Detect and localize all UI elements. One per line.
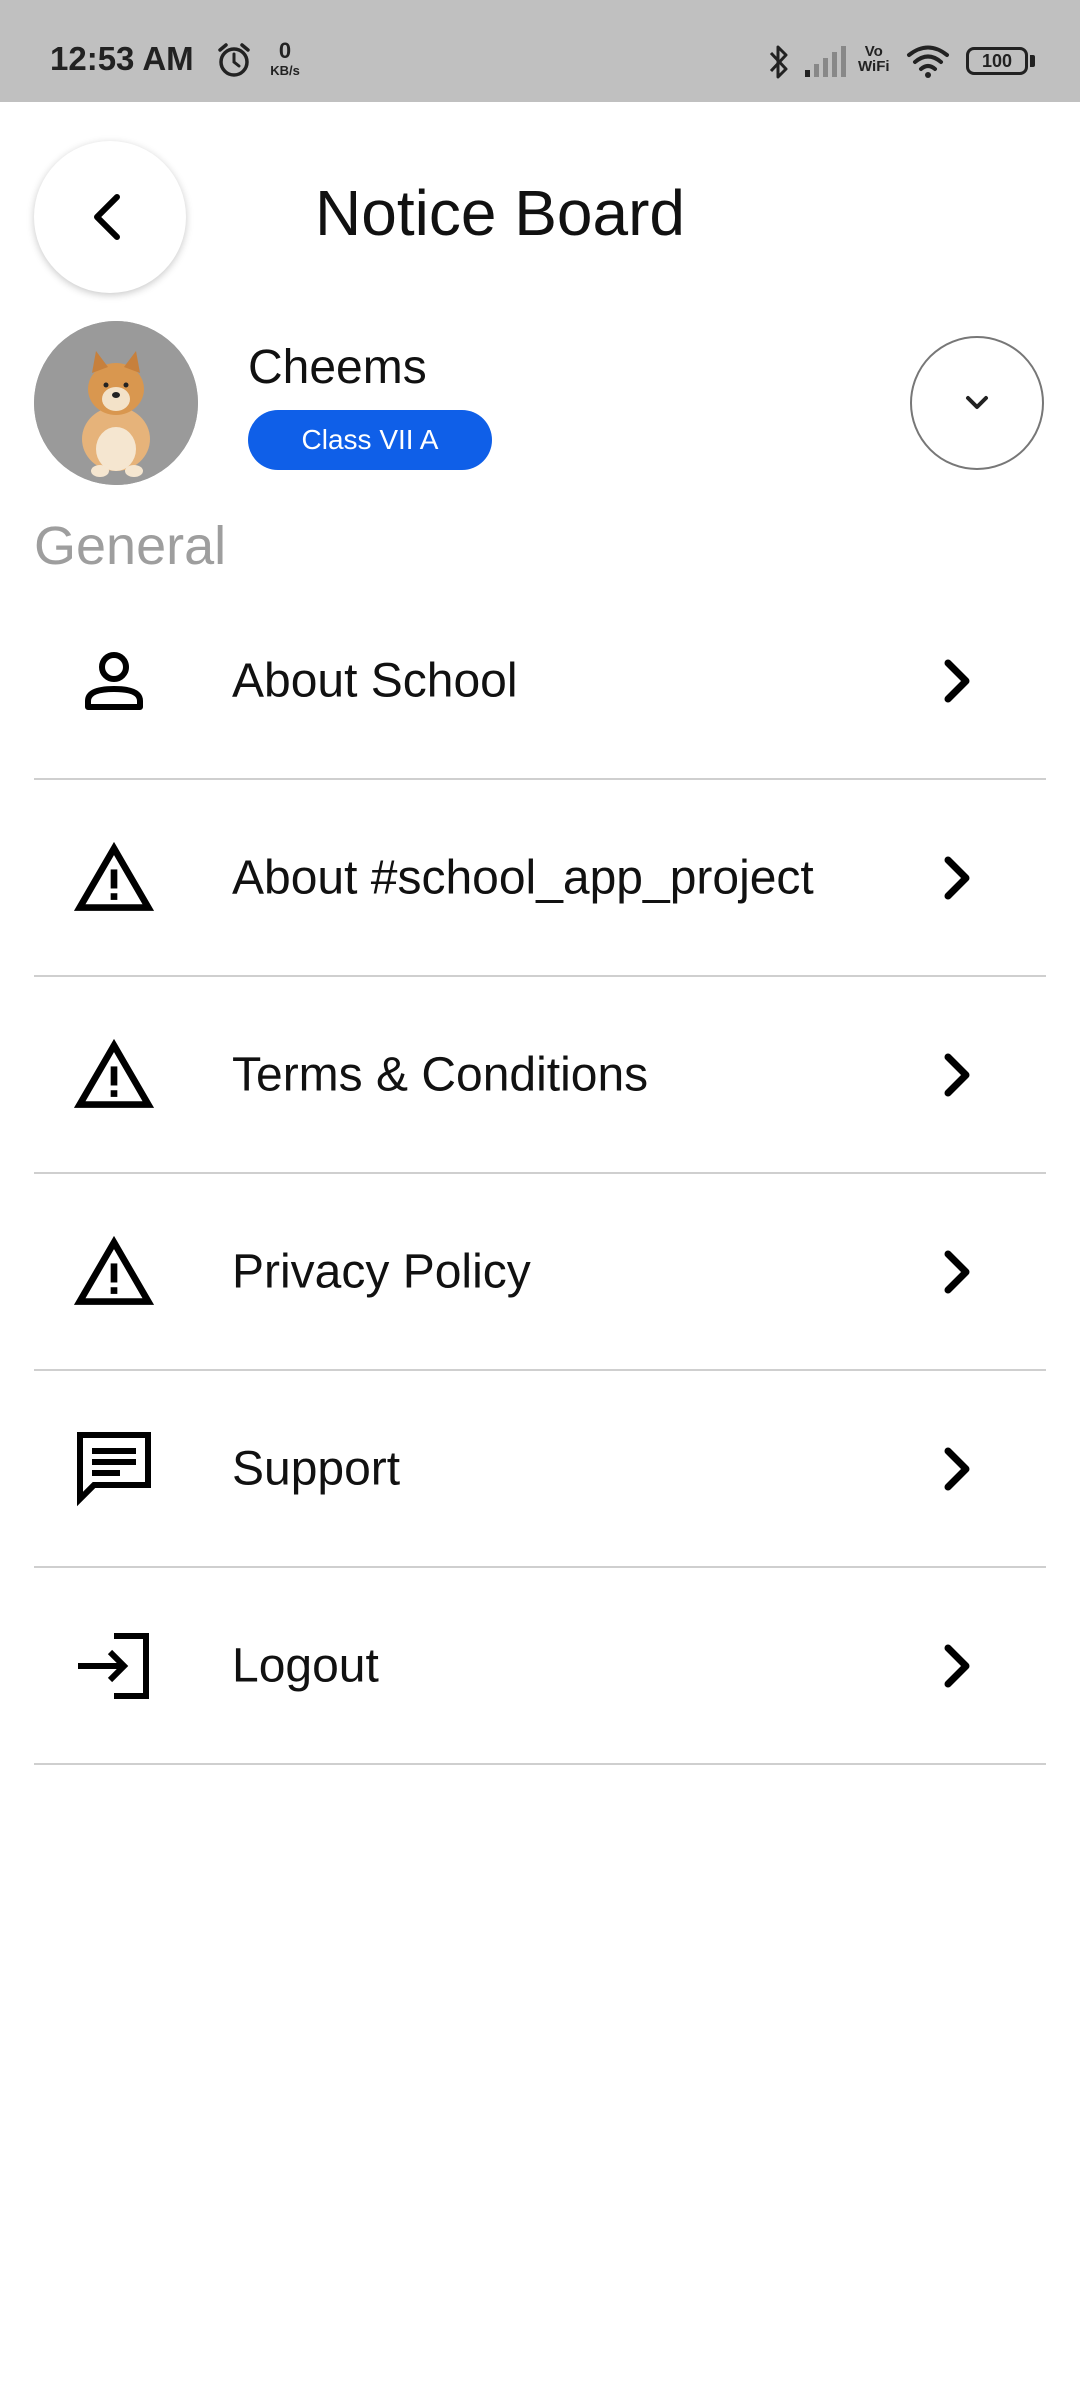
alarm-icon — [214, 40, 254, 85]
avatar — [34, 321, 198, 485]
battery-tip — [1030, 55, 1035, 67]
menu-item-privacy-policy[interactable]: Privacy Policy — [34, 1174, 1046, 1371]
warning-icon — [74, 1232, 154, 1312]
warning-icon — [74, 838, 154, 918]
chevron-right-icon — [926, 1045, 986, 1105]
chevron-right-icon — [926, 1439, 986, 1499]
menu-item-support[interactable]: Support — [34, 1371, 1046, 1568]
user-name: Cheems — [248, 341, 427, 394]
chevron-right-icon — [926, 848, 986, 908]
login-icon — [74, 1626, 154, 1706]
menu-item-label: About #school_app_project — [232, 851, 814, 904]
vowifi-top: Vo — [864, 43, 883, 60]
battery-level: 100 — [981, 50, 1013, 71]
menu-item-about-school[interactable]: About School — [34, 583, 1046, 780]
page-title: Notice Board — [315, 177, 685, 249]
chevron-right-icon — [926, 651, 986, 711]
chevron-right-icon — [926, 1242, 986, 1302]
bluetooth-icon — [765, 42, 793, 87]
vowifi-bottom: WiFi — [858, 58, 890, 75]
chevron-right-icon — [926, 1636, 986, 1696]
status-bar: 12:53 AM 0 KB/s Vo WiFi 100 — [0, 0, 1080, 102]
network-speed: 0 KB/s — [265, 38, 305, 78]
vowifi-indicator: Vo WiFi — [858, 44, 890, 74]
warning-icon — [74, 1035, 154, 1115]
wifi-icon — [906, 44, 950, 83]
battery-icon: 100 — [966, 47, 1028, 75]
menu-item-label: Terms & Conditions — [232, 1048, 649, 1101]
menu-item-label: About School — [232, 654, 518, 707]
settings-menu: About School About #school_app_project T… — [34, 583, 1046, 1765]
menu-item-label: Support — [232, 1442, 401, 1495]
class-badge: Class VII A — [248, 410, 492, 470]
section-label-general: General — [34, 516, 227, 576]
menu-item-about-project[interactable]: About #school_app_project — [34, 780, 1046, 977]
menu-item-label: Privacy Policy — [232, 1245, 531, 1298]
menu-item-logout[interactable]: Logout — [34, 1568, 1046, 1765]
menu-item-terms-conditions[interactable]: Terms & Conditions — [34, 977, 1046, 1174]
signal-icon — [804, 44, 846, 83]
network-speed-value: 0 — [278, 38, 292, 63]
message-icon — [74, 1429, 154, 1509]
person-icon — [74, 641, 154, 721]
profile-dropdown-button[interactable] — [910, 336, 1044, 470]
status-time: 12:53 AM — [50, 40, 194, 77]
menu-item-label: Logout — [232, 1639, 379, 1692]
network-speed-unit: KB/s — [270, 63, 300, 78]
chevron-down-icon — [966, 396, 988, 409]
